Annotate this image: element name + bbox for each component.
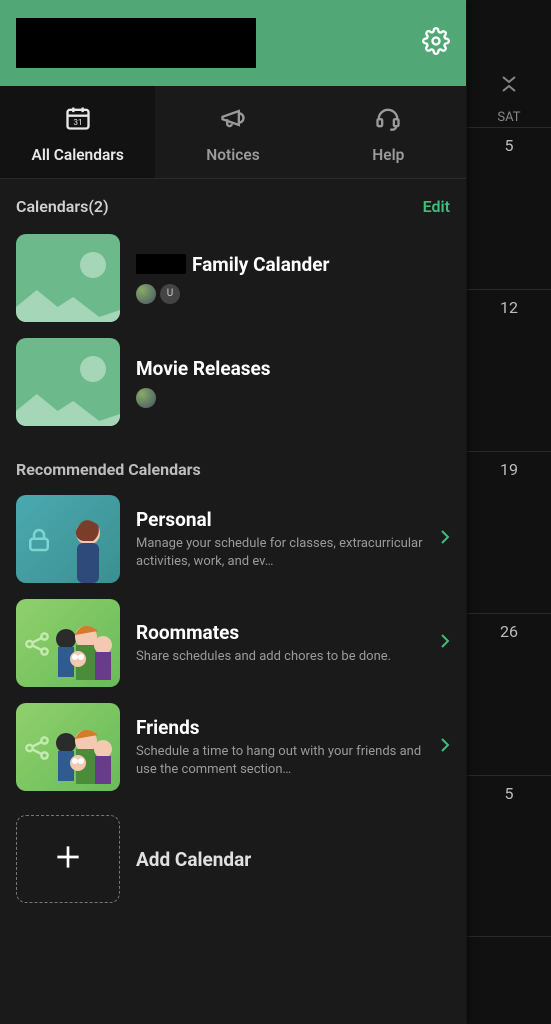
megaphone-icon xyxy=(219,104,247,136)
rec-description: Share schedules and add chores to be don… xyxy=(136,648,424,666)
rec-thumbnail xyxy=(16,599,120,687)
rec-info: Roommates Share schedules and add chores… xyxy=(136,621,424,666)
tab-label: All Calendars xyxy=(31,146,123,164)
edit-button[interactable]: Edit xyxy=(423,197,450,216)
avatar-badge: U xyxy=(160,284,180,304)
chevron-right-icon xyxy=(440,633,450,653)
rec-info: Friends Schedule a time to hang out with… xyxy=(136,716,424,778)
calendar-thumbnail xyxy=(16,338,120,426)
rec-name: Friends xyxy=(136,716,424,739)
rec-description: Manage your schedule for classes, extrac… xyxy=(136,535,424,570)
weekday-label: SAT xyxy=(467,104,551,127)
svg-text:31: 31 xyxy=(73,117,82,127)
tab-all-calendars[interactable]: 31 All Calendars xyxy=(0,86,155,178)
sidebar-header xyxy=(0,0,466,86)
recommended-personal[interactable]: Personal Manage your schedule for classe… xyxy=(0,487,466,591)
rec-info: Personal Manage your schedule for classe… xyxy=(136,508,424,570)
account-name-redacted xyxy=(16,18,256,68)
avatar xyxy=(136,284,156,304)
rec-description: Schedule a time to hang out with your fr… xyxy=(136,743,424,778)
recommended-title: Recommended Calendars xyxy=(0,434,466,487)
rec-thumbnail xyxy=(16,495,120,583)
member-avatars xyxy=(136,388,450,408)
nav-tabs: 31 All Calendars Notices Help xyxy=(0,86,466,179)
calendar-info: Movie Releases xyxy=(136,357,450,408)
sidebar-panel: 31 All Calendars Notices Help Calendars(… xyxy=(0,0,466,1024)
people-illustration xyxy=(48,617,118,687)
tab-label: Notices xyxy=(206,146,259,164)
person-illustration xyxy=(48,513,118,583)
calendar-name: Movie Releases xyxy=(136,357,450,380)
add-calendar-button[interactable]: Add Calendar xyxy=(0,799,466,923)
rec-thumbnail xyxy=(16,703,120,791)
calendar-name: Family Calander xyxy=(136,253,450,276)
date-cell[interactable]: 5 xyxy=(467,127,551,289)
calendar-movie-releases[interactable]: Movie Releases xyxy=(0,330,466,434)
calendar-grid-column: SAT 5 12 19 26 5 xyxy=(466,0,551,1024)
recommended-roommates[interactable]: Roommates Share schedules and add chores… xyxy=(0,591,466,695)
date-cell[interactable]: 5 xyxy=(467,775,551,937)
bg-spacer xyxy=(467,0,551,64)
avatar xyxy=(136,388,156,408)
calendars-section-header: Calendars(2) Edit xyxy=(0,179,466,226)
member-avatars: U xyxy=(136,284,450,304)
date-cell[interactable]: 12 xyxy=(467,289,551,451)
date-cell[interactable]: 19 xyxy=(467,451,551,613)
add-box xyxy=(16,815,120,903)
calendar-family[interactable]: Family Calander U xyxy=(0,226,466,330)
gear-icon[interactable] xyxy=(422,27,450,59)
calendars-title: Calendars(2) xyxy=(16,197,109,216)
tab-label: Help xyxy=(372,146,404,164)
plus-icon xyxy=(52,841,84,877)
calendar-info: Family Calander U xyxy=(136,253,450,304)
rec-name: Personal xyxy=(136,508,424,531)
date-cell[interactable]: 26 xyxy=(467,613,551,775)
redacted-text xyxy=(136,254,186,274)
tab-notices[interactable]: Notices xyxy=(155,86,310,178)
calendar-icon: 31 xyxy=(64,104,92,136)
calendar-thumbnail xyxy=(16,234,120,322)
headset-icon xyxy=(374,104,402,136)
tab-help[interactable]: Help xyxy=(311,86,466,178)
collapse-toggle[interactable] xyxy=(467,64,551,104)
chevron-right-icon xyxy=(440,737,450,757)
add-calendar-label: Add Calendar xyxy=(136,848,251,871)
chevron-right-icon xyxy=(440,529,450,549)
people-illustration xyxy=(48,721,118,791)
recommended-friends[interactable]: Friends Schedule a time to hang out with… xyxy=(0,695,466,799)
rec-name: Roommates xyxy=(136,621,424,644)
